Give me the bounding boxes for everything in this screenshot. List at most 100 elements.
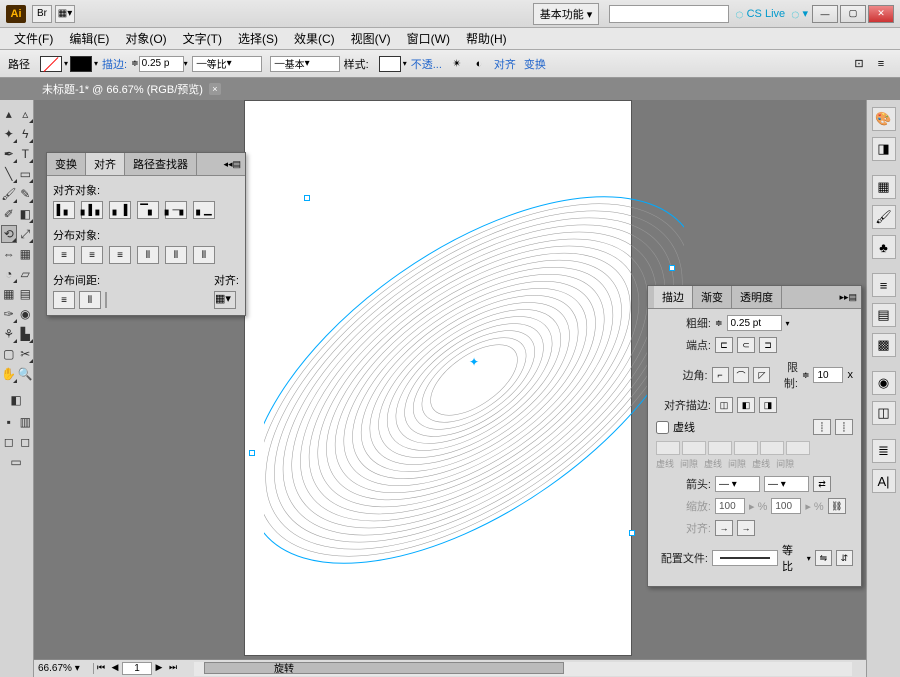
mesh-tool[interactable]: ▦ — [1, 285, 17, 303]
selection-handle[interactable] — [249, 450, 255, 456]
fill-stroke-swatch[interactable]: ◧ — [1, 389, 31, 411]
bridge-button[interactable]: Br — [32, 5, 52, 23]
panel-menu-icon[interactable]: ▤ — [848, 292, 857, 303]
align-left-button[interactable]: ▌▖ — [53, 201, 75, 219]
paintbrush-tool[interactable]: 🖌 — [1, 185, 17, 203]
gap-input[interactable] — [786, 441, 810, 455]
align-hcenter-button[interactable]: ▖▌▖ — [81, 201, 103, 219]
align-top-button[interactable]: ▔▖ — [137, 201, 159, 219]
gradient-panel-icon[interactable]: ▤ — [872, 303, 896, 327]
corner-bevel-button[interactable]: ◸ — [753, 367, 770, 383]
rotation-center-icon[interactable]: ✦ — [469, 355, 479, 369]
brushes-panel-icon[interactable]: 🖌 — [872, 205, 896, 229]
flip-v-button[interactable]: ⇵ — [836, 550, 853, 566]
color-mode[interactable]: ▪ — [1, 413, 17, 431]
tab-gradient[interactable]: 渐变 — [693, 286, 732, 308]
graph-tool[interactable]: ▙ — [18, 325, 34, 343]
gap-input[interactable] — [682, 441, 706, 455]
dash-input[interactable] — [656, 441, 680, 455]
flip-h-button[interactable]: ⇋ — [815, 550, 832, 566]
align-vcenter-button[interactable]: ▖─▖ — [165, 201, 187, 219]
isolation-icon[interactable]: ⊡ — [850, 55, 868, 73]
cap-round-button[interactable]: ⊂ — [737, 337, 755, 353]
graphic-styles-panel-icon[interactable]: ◫ — [872, 401, 896, 425]
dashed-checkbox[interactable] — [656, 421, 669, 434]
document-tab[interactable]: 未标题-1* @ 66.67% (RGB/预览) × — [34, 78, 229, 100]
menu-help[interactable]: 帮助(H) — [458, 28, 515, 49]
hand-tool[interactable]: ✋ — [1, 365, 17, 383]
stroke-panel[interactable]: 描边 渐变 透明度 ▸▸ ▤ 粗细: ≑ ▾ 端点: ⊏ ⊂ ⊐ 边角: ⌐ ⌒… — [647, 285, 862, 587]
dist-left-button[interactable]: ⦀ — [137, 246, 159, 264]
document-tab-close[interactable]: × — [209, 83, 221, 95]
dist-bottom-button[interactable]: ≡ — [109, 246, 131, 264]
swap-arrows-button[interactable]: ⇄ — [813, 476, 831, 492]
dash-input[interactable] — [760, 441, 784, 455]
perspective-tool[interactable]: ▱ — [18, 265, 34, 283]
dash-align-button-1[interactable]: ┊ — [813, 419, 831, 435]
rotate-tool[interactable]: ⟲ — [1, 225, 17, 243]
fill-swatch[interactable] — [40, 56, 62, 72]
workspace-switcher[interactable]: 基本功能 ▾ — [533, 3, 600, 25]
symbols-panel-icon[interactable]: ♣ — [872, 235, 896, 259]
line-tool[interactable]: ╲ — [1, 165, 17, 183]
corner-round-button[interactable]: ⌒ — [733, 367, 750, 383]
color-guide-panel-icon[interactable]: ◨ — [872, 137, 896, 161]
panel-collapse-icon[interactable]: ◂◂ — [223, 159, 232, 170]
maximize-button[interactable]: ▢ — [840, 5, 866, 23]
tab-pathfinder[interactable]: 路径查找器 — [125, 153, 197, 175]
cs-live-dropdown[interactable]: ▾ — [791, 6, 808, 22]
align-bottom-button[interactable]: ▖▁ — [193, 201, 215, 219]
scale-tool[interactable]: ⤢ — [18, 225, 33, 243]
selection-handle[interactable] — [669, 265, 675, 271]
dist-top-button[interactable]: ≡ — [53, 246, 75, 264]
minimize-button[interactable]: — — [812, 5, 838, 23]
blend-tool[interactable]: ◉ — [18, 305, 34, 323]
type-tool[interactable]: T — [18, 145, 34, 163]
recolor-icon[interactable]: ✴ — [448, 55, 466, 73]
gradient-tool[interactable]: ▤ — [18, 285, 34, 303]
appearance-panel-icon[interactable]: ◉ — [872, 371, 896, 395]
rectangle-tool[interactable]: ▭ — [18, 165, 34, 183]
panel-menu-icon[interactable]: ▤ — [232, 159, 241, 170]
menu-effect[interactable]: 效果(C) — [286, 28, 343, 49]
menu-file[interactable]: 文件(F) — [6, 28, 61, 49]
align-right-button[interactable]: ▖▐ — [109, 201, 131, 219]
close-button[interactable]: ✕ — [868, 5, 894, 23]
eyedropper-tool[interactable]: ✑ — [1, 305, 17, 323]
layers-panel-icon[interactable]: ≣ — [872, 439, 896, 463]
arrow-end-select[interactable]: — ▾ — [764, 476, 809, 492]
align-to-button[interactable]: ▦▾ — [214, 291, 236, 309]
stroke-weight-input[interactable] — [139, 56, 184, 72]
options-icon[interactable]: ≡ — [872, 55, 890, 73]
dist-vspace-button[interactable]: ≡ — [53, 291, 75, 309]
search-input[interactable] — [609, 5, 729, 23]
dist-hcenter-button[interactable]: ⦀ — [165, 246, 187, 264]
dash-input[interactable] — [708, 441, 732, 455]
cs-live-button[interactable]: CS Live — [735, 6, 785, 22]
next-artboard-button[interactable]: ▶ — [152, 662, 166, 676]
stroke-swatch[interactable] — [70, 56, 92, 72]
tab-transform[interactable]: 变换 — [47, 153, 86, 175]
tab-stroke[interactable]: 描边 — [654, 286, 693, 308]
screen-mode[interactable]: ▭ — [1, 453, 31, 471]
blob-brush-tool[interactable]: ✐ — [1, 205, 17, 223]
align-stroke-inside-button[interactable]: ◧ — [737, 397, 755, 413]
select-similar-icon[interactable]: ◐ — [470, 55, 488, 73]
dist-right-button[interactable]: ⦀ — [193, 246, 215, 264]
symbol-sprayer-tool[interactable]: ⚘ — [1, 325, 17, 343]
zoom-level[interactable]: 66.67% ▾ — [34, 663, 94, 674]
color-panel-icon[interactable]: 🎨 — [872, 107, 896, 131]
first-artboard-button[interactable]: ⏮ — [94, 662, 108, 676]
cap-projecting-button[interactable]: ⊐ — [759, 337, 777, 353]
tab-align[interactable]: 对齐 — [86, 153, 125, 175]
panel-collapse-icon[interactable]: ▸▸ — [839, 292, 848, 303]
menu-window[interactable]: 窗口(W) — [399, 28, 458, 49]
zoom-tool[interactable]: 🔍 — [18, 365, 34, 383]
transform-link[interactable]: 变换 — [524, 56, 546, 72]
eraser-tool[interactable]: ◧ — [18, 205, 34, 223]
swatches-panel-icon[interactable]: ▦ — [872, 175, 896, 199]
prev-artboard-button[interactable]: ◀ — [108, 662, 122, 676]
gradient-mode[interactable]: ▥ — [18, 413, 34, 431]
link-scale-button[interactable]: ⛓ — [828, 498, 846, 514]
dist-hspace-button[interactable]: ⦀ — [79, 291, 101, 309]
